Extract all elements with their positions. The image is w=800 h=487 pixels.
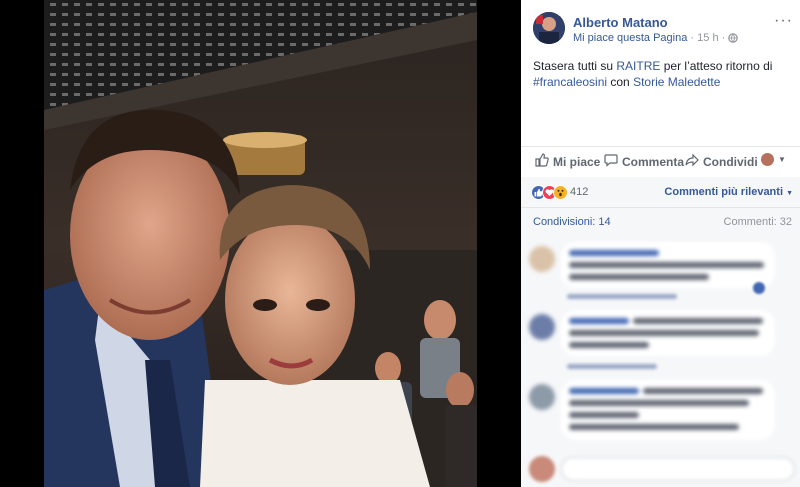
raitre-link[interactable]: RAITRE: [616, 59, 660, 73]
commenter-name: [569, 250, 659, 256]
page-avatar: [761, 153, 774, 166]
comment-input[interactable]: [561, 457, 795, 481]
commenter-name: [569, 318, 629, 324]
comment-item[interactable]: [529, 242, 799, 302]
wow-reaction-icon[interactable]: [553, 185, 568, 200]
comment-sort-label: Commenti più rilevanti: [664, 186, 783, 198]
composer-avatar: [529, 456, 555, 482]
photo-image: [44, 0, 477, 487]
comment-button[interactable]: Commenta: [604, 153, 684, 170]
post-text: Stasera tutti su RAITRE per l’atteso rit…: [533, 58, 788, 90]
comment-text: [643, 388, 763, 394]
comment-text: [569, 412, 639, 418]
like-button-label: Mi piace: [553, 154, 601, 169]
comment-text: [569, 274, 709, 280]
more-options-icon[interactable]: ···: [774, 12, 793, 30]
comment-composer: [529, 455, 795, 483]
commenter-avatar: [529, 314, 555, 340]
like-button[interactable]: Mi piace: [535, 153, 600, 170]
hashtag-link[interactable]: #francaleosini: [533, 75, 607, 89]
commenter-avatar: [529, 246, 555, 272]
share-button[interactable]: Condividi: [685, 153, 758, 170]
comment-list: [521, 236, 800, 487]
avatar[interactable]: [533, 12, 565, 44]
comment-text: [569, 400, 749, 406]
comment-text: [569, 262, 764, 268]
comment-actions[interactable]: [567, 364, 657, 369]
post-sidebar: Alberto Matano Mi piace questa Pagina · …: [521, 0, 800, 487]
post-text-part1: Stasera tutti su: [533, 59, 617, 73]
post-meta: Mi piace questa Pagina · 15 h ·: [573, 32, 739, 46]
shares-count[interactable]: Condivisioni: 14: [533, 216, 611, 228]
comment-sort-dropdown[interactable]: Commenti più rilevanti ▼: [664, 186, 793, 198]
post-text-part3: con: [607, 75, 634, 89]
comment-item[interactable]: [529, 380, 799, 450]
comment-bubble: [561, 310, 775, 356]
comments-count[interactable]: Commenti: 32: [724, 216, 792, 228]
comment-text: [569, 424, 739, 430]
speech-bubble-icon: [604, 153, 618, 170]
comment-text: [569, 330, 759, 336]
author-name[interactable]: Alberto Matano: [573, 15, 668, 30]
post-text-part2: per l’atteso ritorno di: [660, 59, 773, 73]
share-button-label: Condividi: [703, 154, 758, 169]
storie-maledette-link[interactable]: Storie Maledette: [633, 75, 720, 89]
reaction-count[interactable]: 412: [570, 186, 588, 198]
comment-item[interactable]: [529, 310, 799, 372]
commenter-name: [569, 388, 639, 394]
meta-separator: ·: [690, 32, 695, 44]
comment-bubble: [561, 242, 775, 288]
like-reaction-icon: [753, 282, 765, 294]
reactions-bar: 412 Commenti più rilevanti ▼: [521, 177, 800, 208]
comment-text: [633, 318, 763, 324]
meta-separator-2: ·: [721, 32, 726, 44]
avatar-image: [533, 12, 565, 44]
share-arrow-icon: [685, 153, 699, 170]
action-bar: Mi piace Commenta Condividi ▼: [521, 146, 800, 178]
post-photo[interactable]: [0, 0, 521, 487]
comment-button-label: Commenta: [622, 154, 685, 169]
like-page-link[interactable]: Mi piace questa Pagina: [573, 32, 687, 44]
chevron-down-icon: ▼: [786, 190, 793, 197]
chevron-down-icon: ▼: [778, 155, 786, 164]
post-header: Alberto Matano Mi piace questa Pagina · …: [533, 12, 793, 48]
thumb-up-icon: [535, 153, 549, 170]
comment-actions[interactable]: [567, 294, 677, 299]
commenter-avatar: [529, 384, 555, 410]
comment-bubble: [561, 380, 775, 440]
page-selector[interactable]: ▼: [761, 153, 786, 166]
comment-text: [569, 342, 649, 348]
post-time[interactable]: 15 h: [697, 32, 718, 44]
stats-bar: Condivisioni: 14 Commenti: 32: [521, 208, 800, 237]
globe-icon: [728, 33, 739, 46]
